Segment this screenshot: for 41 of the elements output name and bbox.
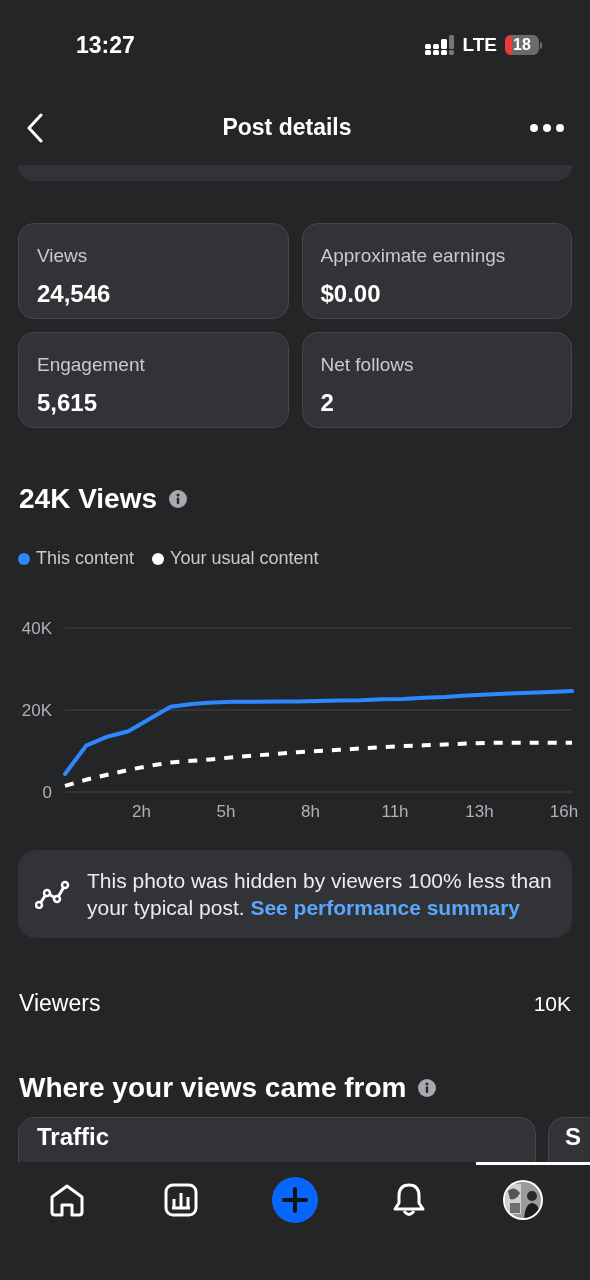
stat-label: Engagement (37, 353, 146, 377)
info-icon[interactable] (418, 1078, 437, 1097)
stat-label: Views (37, 244, 89, 268)
chart-icon[interactable] (164, 1183, 198, 1217)
performance-summary-link[interactable]: See performance summary (250, 896, 521, 919)
stat-value: 2 (320, 387, 335, 418)
page-title: Post details (222, 113, 352, 143)
viewers-label: Viewers (19, 989, 101, 1018)
info-icon[interactable] (169, 490, 188, 508)
status-time: 13:27 (76, 30, 135, 60)
create-button[interactable] (272, 1177, 318, 1223)
stat-value: 5,615 (37, 387, 99, 418)
axis-label: 5h (216, 802, 236, 821)
viewers-value: 10K (533, 990, 571, 1017)
axis-label: 0 (42, 783, 52, 802)
trend-icon (35, 879, 70, 909)
battery-icon: 18 (505, 35, 542, 55)
axis-label: 11h (381, 802, 409, 821)
legend-label: This content (36, 547, 135, 570)
axis-label: 8h (301, 802, 320, 821)
stat-label: Approximate earnings (320, 244, 507, 268)
back-icon[interactable] (26, 112, 44, 143)
more-icon[interactable] (530, 123, 564, 132)
stat-value: 24,546 (37, 278, 112, 309)
axis-label: 20K (21, 701, 52, 720)
stat-value: $0.00 (320, 278, 382, 309)
bell-icon[interactable] (392, 1182, 426, 1218)
section-title: Where your views came from (19, 1070, 407, 1105)
axis-label: 40K (21, 619, 52, 638)
axis-label: 16h (549, 802, 579, 821)
section-title: 24K Views (19, 482, 158, 516)
home-icon[interactable] (49, 1183, 85, 1217)
card-title: S (565, 1122, 581, 1150)
signal-icon (424, 35, 455, 55)
card-title: Traffic (37, 1122, 110, 1150)
axis-label: 2h (132, 802, 151, 821)
network-label: LTE (462, 32, 497, 57)
insight-text: This photo was hidden by viewers 100% less than your typical post. See performance summary (87, 868, 552, 921)
legend-label: Your usual content (170, 547, 319, 570)
axis-label: 13h (465, 802, 494, 821)
stat-label: Net follows (320, 353, 415, 377)
